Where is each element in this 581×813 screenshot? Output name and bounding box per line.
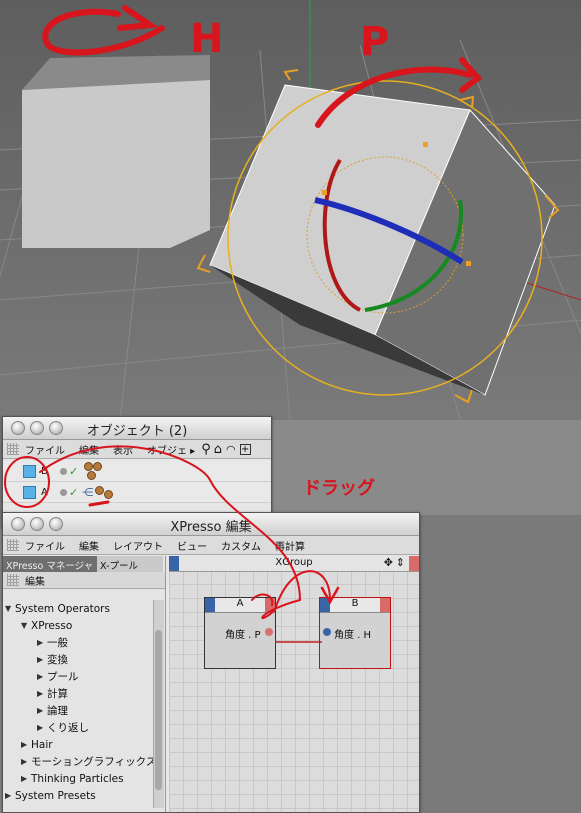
tree-item[interactable]: ▶ プール bbox=[37, 668, 79, 685]
tree-item[interactable]: ▶ Hair bbox=[21, 736, 53, 753]
xpresso-tag-icon[interactable]: ⋲ bbox=[82, 486, 93, 499]
menu-edit[interactable]: 編集 bbox=[79, 442, 99, 457]
object-row-b[interactable]: B ✓ bbox=[3, 461, 271, 482]
object-manager-title: オブジェクト (2) bbox=[86, 424, 188, 439]
tree-item-label: モーショングラフィックス bbox=[31, 756, 153, 768]
collapsed-triangle-icon[interactable]: ▶ bbox=[37, 723, 47, 732]
tree-item[interactable]: ▶ System Presets bbox=[5, 787, 96, 804]
tab-xpool[interactable]: X-プール bbox=[97, 556, 163, 572]
tree-item-label: 変換 bbox=[47, 654, 68, 666]
collapsed-triangle-icon[interactable]: ▶ bbox=[5, 791, 15, 800]
menu-edit[interactable]: 編集 bbox=[79, 538, 99, 553]
tree-item-label: 一般 bbox=[47, 637, 68, 649]
collapsed-triangle-icon[interactable]: ▶ bbox=[37, 689, 47, 698]
grip-icon[interactable] bbox=[7, 574, 19, 586]
collapsed-triangle-icon[interactable]: ▶ bbox=[21, 757, 31, 766]
enabled-check-icon[interactable]: ✓ bbox=[69, 486, 78, 499]
menu-edit[interactable]: 編集 bbox=[25, 573, 45, 588]
menu-file[interactable]: ファイル bbox=[25, 538, 65, 553]
tree-item[interactable]: ▶ 変換 bbox=[37, 651, 68, 668]
cube-a[interactable] bbox=[22, 55, 210, 248]
tree-scrollbar[interactable] bbox=[153, 600, 164, 808]
scrollbar-thumb[interactable] bbox=[155, 630, 162, 790]
menu-custom[interactable]: カスタム bbox=[221, 538, 261, 553]
menu-view[interactable]: 表示 bbox=[113, 442, 133, 457]
enabled-check-icon[interactable]: ✓ bbox=[69, 465, 78, 478]
eye-icon[interactable]: ◠ bbox=[226, 443, 236, 456]
tree-item-label: 計算 bbox=[47, 688, 68, 700]
object-name[interactable]: B bbox=[41, 466, 55, 477]
expanded-triangle-icon[interactable]: ▼ bbox=[5, 604, 15, 613]
tree-item[interactable]: ▶ モーショングラフィックス bbox=[21, 753, 153, 770]
grip-icon[interactable] bbox=[7, 539, 19, 551]
object-manager-titlebar[interactable]: オブジェクト (2) bbox=[3, 417, 271, 440]
new-window-icon[interactable]: + bbox=[239, 443, 251, 455]
collapsed-triangle-icon[interactable]: ▶ bbox=[37, 706, 47, 715]
h-label: H bbox=[190, 16, 223, 62]
menu-recalculate[interactable]: 再計算 bbox=[275, 538, 305, 553]
tree-item[interactable]: ▶ Thinking Particles bbox=[21, 770, 124, 787]
search-icon[interactable]: ⚲ bbox=[201, 442, 211, 457]
viewport-scene: H P bbox=[0, 0, 581, 420]
material-tag-icon[interactable] bbox=[84, 462, 103, 480]
xpresso-title: XPresso 編集 bbox=[170, 520, 252, 535]
tree-item[interactable]: ▶ くり返し bbox=[37, 719, 89, 736]
visibility-dot[interactable] bbox=[60, 467, 67, 475]
tree-item[interactable]: ▶ 一般 bbox=[37, 634, 68, 651]
tree-item[interactable]: ▶ 論理 bbox=[37, 702, 68, 719]
xpresso-menubar: ファイル 編集 レイアウト ビュー カスタム 再計算 bbox=[3, 536, 419, 555]
tree-item-label: XPresso bbox=[31, 619, 73, 632]
background-area bbox=[270, 420, 581, 515]
visibility-dot[interactable] bbox=[60, 488, 67, 496]
operator-tree: ▼ System Operators ▼ XPresso ▶ 一般 ▶ 変換 ▶ プール ▶ 計算 ▶ 論… bbox=[5, 600, 153, 808]
expanded-triangle-icon[interactable]: ▼ bbox=[21, 621, 31, 630]
collapsed-triangle-icon[interactable]: ▶ bbox=[37, 638, 47, 647]
menu-objects[interactable]: オブジェ ▸ bbox=[147, 442, 195, 457]
xpresso-editor-window: XPresso 編集 ファイル 編集 レイアウト ビュー カスタム 再計算 XP… bbox=[2, 512, 420, 813]
tree-item[interactable]: ▼ System Operators bbox=[5, 600, 110, 617]
tree-item[interactable]: ▼ XPresso bbox=[21, 617, 72, 634]
object-name[interactable]: A bbox=[41, 487, 55, 498]
object-row-a[interactable]: A ✓ ⋲ bbox=[3, 482, 271, 503]
p-label: P bbox=[360, 19, 389, 65]
tree-item[interactable]: ▶ 計算 bbox=[37, 685, 68, 702]
panel-tabs: XPresso マネージャ X-プール bbox=[3, 556, 165, 572]
wire-layer bbox=[275, 641, 322, 643]
collapsed-triangle-icon[interactable]: ▶ bbox=[37, 655, 47, 664]
tree-item-label: System Presets bbox=[15, 789, 96, 802]
xpresso-titlebar[interactable]: XPresso 編集 bbox=[3, 513, 419, 536]
xpool-panel: XPresso マネージャ X-プール 編集 ▼ System Operators… bbox=[3, 556, 166, 812]
grip-icon[interactable] bbox=[7, 443, 19, 455]
cube-icon bbox=[23, 464, 36, 478]
3d-viewport[interactable]: H P bbox=[0, 0, 581, 420]
collapsed-triangle-icon[interactable]: ▶ bbox=[21, 740, 31, 749]
node-graph-area[interactable]: XGroup ✥ ⇕ A 角度 . P B 角度 . H bbox=[169, 556, 419, 812]
tree-item-label: System Operators bbox=[15, 602, 110, 615]
collapsed-triangle-icon[interactable]: ▶ bbox=[37, 672, 47, 681]
panel-menubar: 編集 bbox=[3, 572, 165, 589]
tree-item-label: Thinking Particles bbox=[31, 772, 124, 785]
tree-item-label: くり返し bbox=[47, 722, 89, 734]
menu-file[interactable]: ファイル bbox=[25, 442, 65, 457]
material-tag-icon[interactable] bbox=[95, 485, 114, 499]
tree-item-label: Hair bbox=[31, 738, 53, 751]
object-manager-menubar: ファイル 編集 表示 オブジェ ▸ ⚲ ⌂ ◠ + bbox=[3, 440, 271, 459]
tree-item-label: 論理 bbox=[47, 705, 68, 717]
menu-view[interactable]: ビュー bbox=[177, 538, 207, 553]
home-icon[interactable]: ⌂ bbox=[214, 442, 222, 457]
cube-icon bbox=[23, 485, 36, 499]
tab-xpresso-manager[interactable]: XPresso マネージャ bbox=[3, 556, 97, 572]
menu-layout[interactable]: レイアウト bbox=[113, 538, 163, 553]
tree-item-label: プール bbox=[47, 671, 79, 683]
collapsed-triangle-icon[interactable]: ▶ bbox=[21, 774, 31, 783]
